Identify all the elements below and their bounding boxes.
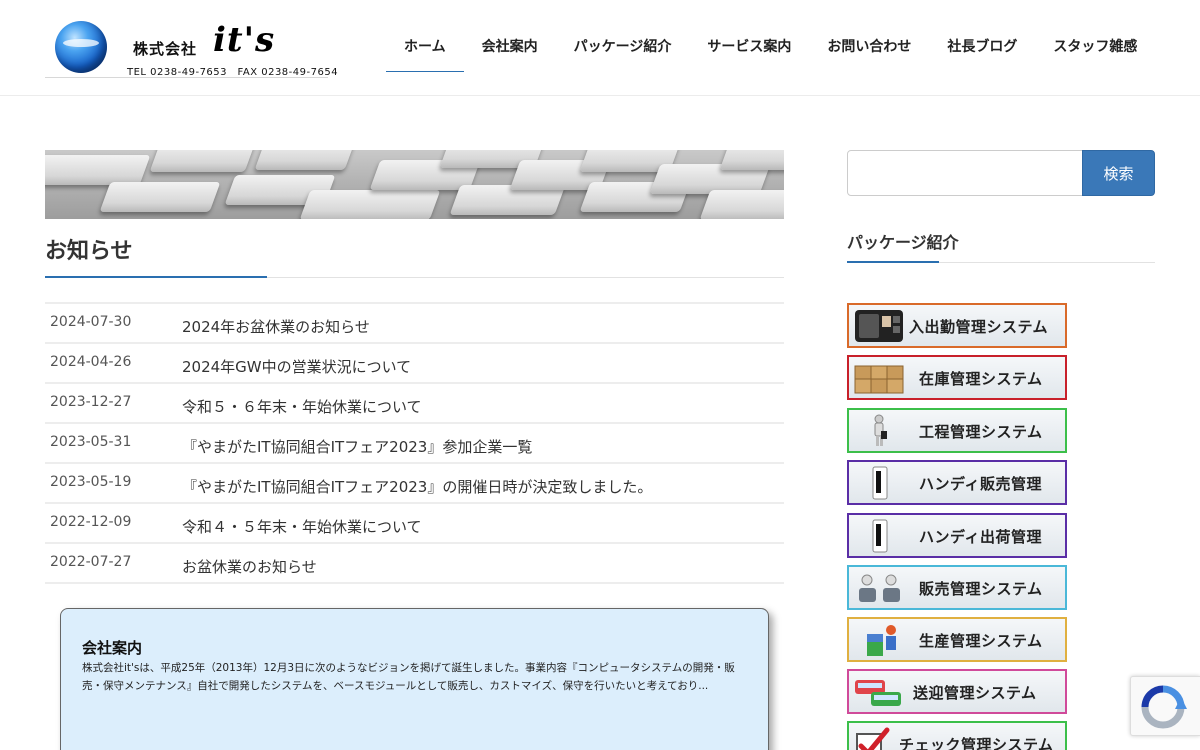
package-label: 販売管理システム <box>919 580 1043 598</box>
news-item[interactable]: 2022-12-09 令和４・５年末・年始休業について <box>45 504 784 544</box>
news-date: 2023-12-27 <box>50 394 132 410</box>
recaptcha-icon <box>1141 685 1187 729</box>
nav-president-blog[interactable]: 社長ブログ <box>929 22 1035 72</box>
package-label: チェック管理システム <box>899 736 1054 750</box>
keyboard-banner-image <box>45 150 784 219</box>
news-date: 2022-07-27 <box>50 554 132 570</box>
site-logo[interactable]: 株式会社 it's TEL 0238-49-7653 FAX 0238-49-7… <box>45 14 338 78</box>
package-inventory[interactable]: 在庫管理システム <box>847 355 1067 400</box>
timecard-terminal-icon <box>855 310 903 342</box>
news-title-link[interactable]: お盆休業のお知らせ <box>182 556 317 577</box>
news-item[interactable]: 2023-05-31 『やまがたIT協同組合ITフェア2023』参加企業一覧 <box>45 424 784 464</box>
package-label: ハンディ販売管理 <box>919 475 1042 493</box>
logo-brand-text: it's <box>213 20 276 60</box>
news-date: 2024-04-26 <box>50 354 132 370</box>
factory-worker-icon <box>867 625 896 656</box>
news-item[interactable]: 2023-12-27 令和５・６年末・年始休業について <box>45 384 784 424</box>
package-process[interactable]: 工程管理システム <box>847 408 1067 453</box>
news-date: 2023-05-31 <box>50 434 132 450</box>
contact-numbers: TEL 0238-49-7653 FAX 0238-49-7654 <box>127 67 339 78</box>
main-nav: ホーム 会社案内 パッケージ紹介 サービス案内 お問い合わせ 社長ブログ スタッ… <box>386 22 1155 72</box>
package-label: 工程管理システム <box>919 423 1043 441</box>
nav-services[interactable]: サービス案内 <box>689 22 809 72</box>
news-title-link[interactable]: 『やまがたIT協同組合ITフェア2023』の開催日時が決定致しました。 <box>182 476 652 497</box>
package-handy-sales[interactable]: ハンディ販売管理 <box>847 460 1067 505</box>
news-title-link[interactable]: 『やまがたIT協同組合ITフェア2023』参加企業一覧 <box>182 436 532 457</box>
title-divider-accent <box>45 276 267 278</box>
news-item[interactable]: 2024-07-30 2024年お盆休業のお知らせ <box>45 304 784 344</box>
package-attendance[interactable]: 入出勤管理システム <box>847 303 1067 348</box>
news-item[interactable]: 2024-04-26 2024年GW中の営業状況について <box>45 344 784 384</box>
company-intro-card[interactable]: 会社案内 株式会社it'sは、平成25年（2013年）12月3日に次のようなビジ… <box>60 608 769 750</box>
package-label: 生産管理システム <box>919 632 1043 650</box>
nav-contact[interactable]: お問い合わせ <box>809 22 929 72</box>
globe-logo-icon <box>55 21 107 73</box>
sidebar-divider-accent <box>847 261 939 263</box>
package-sales[interactable]: 販売管理システム <box>847 565 1067 610</box>
package-label: 送迎管理システム <box>913 684 1037 702</box>
package-production[interactable]: 生産管理システム <box>847 617 1067 662</box>
news-item[interactable]: 2022-07-27 お盆休業のお知らせ <box>45 544 784 584</box>
page-title: お知らせ <box>45 239 133 264</box>
news-title-link[interactable]: 令和４・５年末・年始休業について <box>182 516 422 537</box>
checkmark-icon <box>856 727 890 750</box>
site-header: 株式会社 it's TEL 0238-49-7653 FAX 0238-49-7… <box>0 0 1200 96</box>
search-input[interactable] <box>847 150 1083 196</box>
worker-figure-icon <box>874 414 887 446</box>
handheld-terminal-icon <box>872 466 888 500</box>
search-button[interactable]: 検索 <box>1082 150 1155 196</box>
company-intro-text: 株式会社it'sは、平成25年（2013年）12月3日に次のようなビジョンを掲げ… <box>82 662 735 692</box>
news-date: 2022-12-09 <box>50 514 132 530</box>
handheld-terminal-icon <box>872 519 888 553</box>
nav-company[interactable]: 会社案内 <box>464 22 556 72</box>
nav-staff-notes[interactable]: スタッフ雑感 <box>1035 22 1155 72</box>
sidebar-packages-title: パッケージ紹介 <box>847 233 959 252</box>
package-label: ハンディ出荷管理 <box>919 528 1042 546</box>
nav-home[interactable]: ホーム <box>386 22 464 72</box>
logo-company-text: 株式会社 <box>133 40 198 58</box>
news-list: 2024-07-30 2024年お盆休業のお知らせ 2024-04-26 202… <box>45 302 784 584</box>
news-item[interactable]: 2023-05-19 『やまがたIT協同組合ITフェア2023』の開催日時が決定… <box>45 464 784 504</box>
package-check[interactable]: チェック管理システム <box>847 721 1067 750</box>
package-label: 入出勤管理システム <box>909 318 1049 336</box>
recaptcha-badge[interactable] <box>1130 676 1200 736</box>
news-title-link[interactable]: 令和５・６年末・年始休業について <box>182 396 422 417</box>
package-handy-shipping[interactable]: ハンディ出荷管理 <box>847 513 1067 558</box>
news-date: 2023-05-19 <box>50 474 132 490</box>
news-title-link[interactable]: 2024年GW中の営業状況について <box>182 356 411 377</box>
company-intro-title: 会社案内 <box>82 639 143 657</box>
bus-icon <box>855 680 901 706</box>
news-date: 2024-07-30 <box>50 314 132 330</box>
sales-people-icon <box>859 574 900 602</box>
nav-packages[interactable]: パッケージ紹介 <box>556 22 690 72</box>
boxes-icon <box>854 365 904 394</box>
news-title-link[interactable]: 2024年お盆休業のお知らせ <box>182 316 370 337</box>
package-label: 在庫管理システム <box>919 370 1043 388</box>
package-shuttle[interactable]: 送迎管理システム <box>847 669 1067 714</box>
